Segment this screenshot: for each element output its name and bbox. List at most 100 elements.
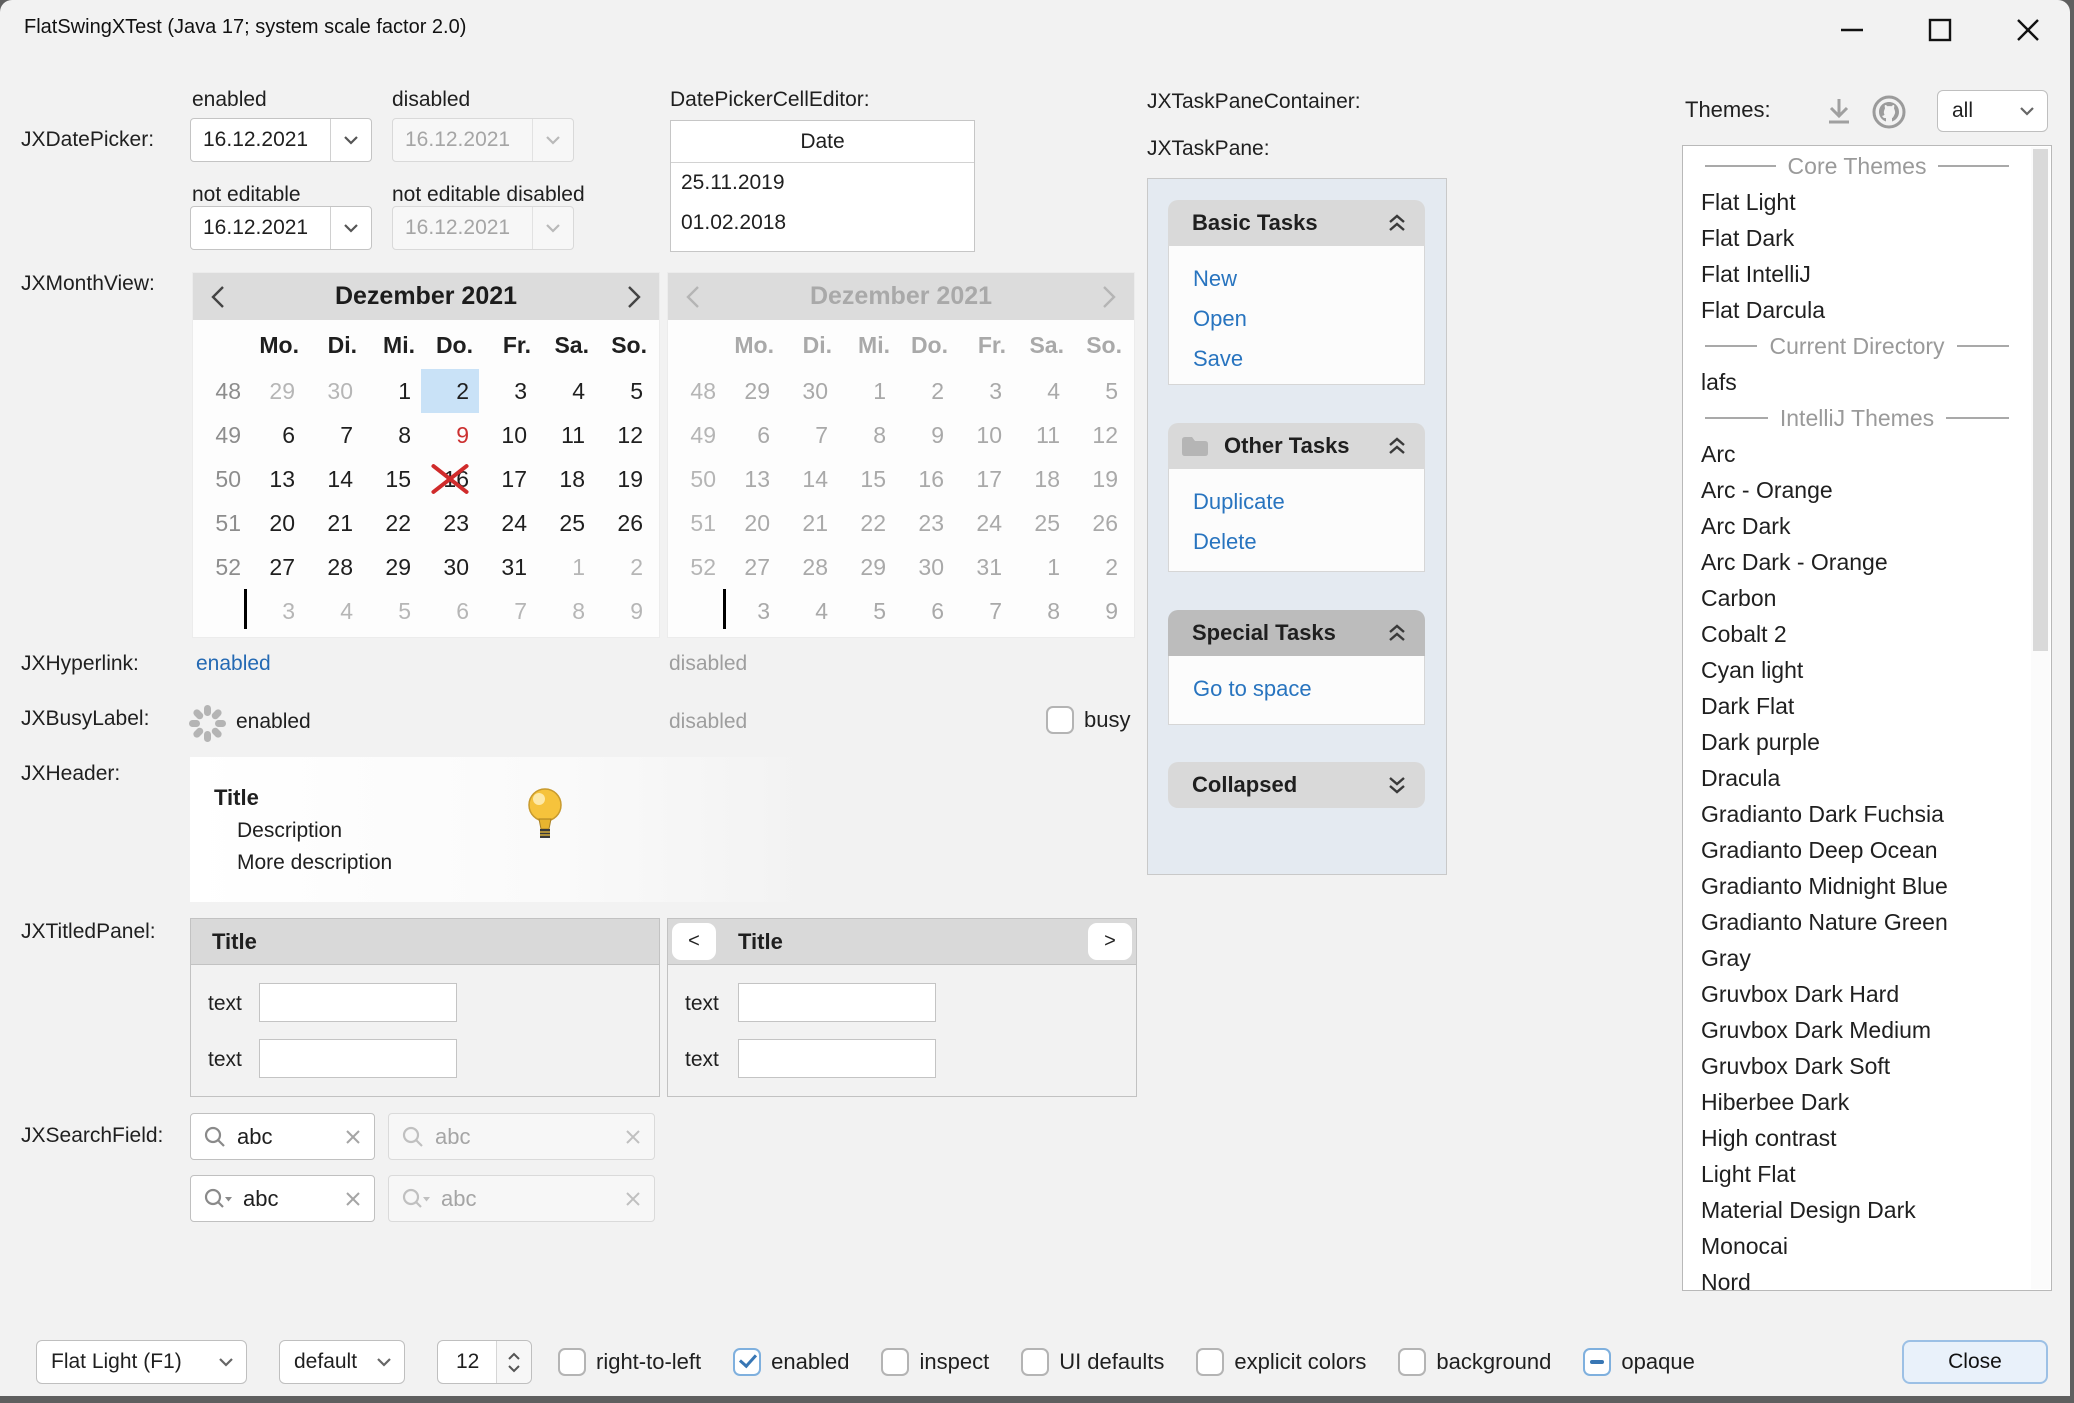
taskpane-basic-header[interactable]: Basic Tasks	[1168, 200, 1425, 246]
theme-list-item[interactable]: Cobalt 2	[1683, 616, 2031, 652]
maximize-button[interactable]	[1916, 10, 1964, 50]
day-cell[interactable]: 25	[537, 501, 595, 545]
checkbox-box[interactable]	[1046, 706, 1074, 734]
collapse-icon[interactable]	[1385, 212, 1409, 234]
themes-list[interactable]: Core ThemesFlat LightFlat DarkFlat Intel…	[1682, 145, 2052, 1291]
day-cell[interactable]: 11	[537, 413, 595, 457]
taskpane-link[interactable]: New	[1193, 266, 1424, 292]
previous-month-icon[interactable]	[209, 284, 227, 310]
searchfield-with-menu-enabled[interactable]: abc	[190, 1175, 375, 1222]
theme-list-item[interactable]: Dark Flat	[1683, 688, 2031, 724]
clear-icon[interactable]	[344, 1190, 362, 1208]
datepicker-enabled-value[interactable]: 16.12.2021	[191, 128, 330, 152]
day-cell[interactable]: 22	[363, 501, 421, 545]
minimize-button[interactable]	[1828, 10, 1876, 50]
day-cell[interactable]: 18	[537, 457, 595, 501]
day-cell[interactable]: 1	[537, 545, 595, 589]
option-checkbox[interactable]: enabled	[733, 1348, 849, 1376]
day-cell[interactable]: 17	[479, 457, 537, 501]
day-cell[interactable]: 30	[421, 545, 479, 589]
clear-icon[interactable]	[344, 1128, 362, 1146]
theme-list-item[interactable]: Cyan light	[1683, 652, 2031, 688]
busy-checkbox[interactable]: busy	[1046, 706, 1130, 734]
day-cell[interactable]: 27	[247, 545, 305, 589]
day-cell[interactable]: 5	[595, 369, 653, 413]
font-combobox[interactable]: default	[279, 1340, 405, 1384]
day-cell[interactable]: 9	[595, 589, 653, 633]
taskpane-link[interactable]: Duplicate	[1193, 489, 1424, 515]
laf-combobox[interactable]: Flat Light (F1)	[36, 1340, 247, 1384]
close-window-button[interactable]	[2004, 10, 2052, 50]
day-cell[interactable]: 20	[247, 501, 305, 545]
day-cell[interactable]: 4	[537, 369, 595, 413]
day-cell[interactable]: 4	[305, 589, 363, 633]
spinner-down-icon[interactable]	[507, 1364, 521, 1373]
hyperlink-enabled[interactable]: enabled	[196, 652, 271, 676]
day-cell[interactable]: 2	[595, 545, 653, 589]
datepicker-enabled-dropdown-button[interactable]	[330, 119, 371, 161]
checkbox-box[interactable]	[733, 1348, 761, 1376]
option-checkbox[interactable]: opaque	[1583, 1348, 1694, 1376]
theme-list-item[interactable]: lafs	[1683, 364, 2031, 400]
day-cell[interactable]: 24	[479, 501, 537, 545]
theme-list-item[interactable]: Arc Dark	[1683, 508, 2031, 544]
day-cell[interactable]: 23	[421, 501, 479, 545]
option-checkbox[interactable]: UI defaults	[1021, 1348, 1164, 1376]
checkbox-box[interactable]	[881, 1348, 909, 1376]
taskpane-collapsed-header[interactable]: Collapsed	[1168, 762, 1425, 808]
theme-list-item[interactable]: Material Design Dark	[1683, 1192, 2031, 1228]
text-input-1[interactable]	[738, 983, 936, 1022]
titledpanel-prev-button[interactable]: <	[672, 923, 716, 960]
next-month-icon[interactable]	[625, 284, 643, 310]
theme-list-item[interactable]: Core Themes	[1683, 148, 2031, 184]
theme-list-item[interactable]: Flat IntelliJ	[1683, 256, 2031, 292]
collapse-icon[interactable]	[1385, 622, 1409, 644]
theme-list-item[interactable]: Flat Dark	[1683, 220, 2031, 256]
day-cell[interactable]: 6	[247, 413, 305, 457]
checkbox-box[interactable]	[558, 1348, 586, 1376]
day-cell[interactable]: 5	[363, 589, 421, 633]
font-size-spinner[interactable]: 12	[437, 1340, 532, 1384]
celleditor-table[interactable]: Date 25.11.201901.02.2018	[670, 120, 975, 252]
searchfield-value[interactable]: abc	[227, 1124, 344, 1150]
taskpane-other-header[interactable]: Other Tasks	[1168, 423, 1425, 469]
datepicker-not-editable[interactable]: 16.12.2021	[190, 206, 372, 250]
day-cell[interactable]: 16	[421, 457, 479, 501]
table-row[interactable]: 25.11.2019	[671, 163, 974, 203]
option-checkbox[interactable]: inspect	[881, 1348, 989, 1376]
day-cell[interactable]: 3	[247, 589, 305, 633]
theme-list-item[interactable]: Flat Darcula	[1683, 292, 2031, 328]
option-checkbox[interactable]: explicit colors	[1196, 1348, 1366, 1376]
theme-list-item[interactable]: Arc - Orange	[1683, 472, 2031, 508]
theme-list-item[interactable]: Hiberbee Dark	[1683, 1084, 2031, 1120]
expand-icon[interactable]	[1385, 774, 1409, 796]
day-cell[interactable]: 14	[305, 457, 363, 501]
taskpane-link[interactable]: Save	[1193, 346, 1424, 372]
monthview-enabled[interactable]: Dezember 2021 Mo.Di.Mi.Do.Fr.Sa.So. 48 2…	[192, 272, 660, 638]
close-button[interactable]: Close	[1902, 1340, 2048, 1384]
checkbox-box[interactable]	[1583, 1348, 1611, 1376]
day-cell[interactable]: 29	[363, 545, 421, 589]
day-cell[interactable]: 10	[479, 413, 537, 457]
theme-list-item[interactable]: IntelliJ Themes	[1683, 400, 2031, 436]
theme-list-item[interactable]: Monocai	[1683, 1228, 2031, 1264]
option-checkbox[interactable]: right-to-left	[558, 1348, 701, 1376]
checkbox-box[interactable]	[1196, 1348, 1224, 1376]
day-cell[interactable]: 3	[479, 369, 537, 413]
theme-list-item[interactable]: Gradianto Nature Green	[1683, 904, 2031, 940]
day-cell[interactable]: 30	[305, 369, 363, 413]
spinner-up-icon[interactable]	[507, 1352, 521, 1361]
day-cell[interactable]: 6	[421, 589, 479, 633]
theme-list-item[interactable]: High contrast	[1683, 1120, 2031, 1156]
theme-list-item[interactable]: Arc	[1683, 436, 2031, 472]
text-input-2[interactable]	[738, 1039, 936, 1078]
datepicker-enabled[interactable]: 16.12.2021	[190, 118, 372, 162]
text-input-1[interactable]	[259, 983, 457, 1022]
themes-scrollbar[interactable]	[2031, 147, 2050, 1289]
text-input-2[interactable]	[259, 1039, 457, 1078]
taskpane-link[interactable]: Open	[1193, 306, 1424, 332]
day-cell[interactable]: 12	[595, 413, 653, 457]
option-checkbox[interactable]: background	[1398, 1348, 1551, 1376]
day-cell[interactable]: 19	[595, 457, 653, 501]
day-cell[interactable]: 21	[305, 501, 363, 545]
